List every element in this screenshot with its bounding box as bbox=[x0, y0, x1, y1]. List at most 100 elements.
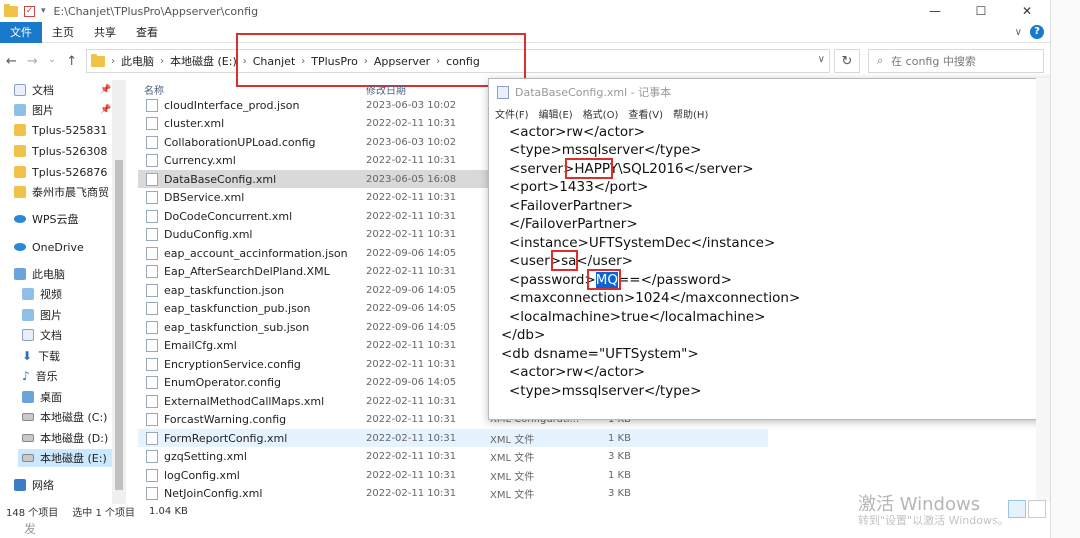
notepad-icon bbox=[497, 85, 509, 99]
sidebar-item-label: Tplus-525831 bbox=[32, 123, 108, 137]
bottom-text-fragment: 发 bbox=[24, 522, 37, 536]
sidebar-item-label: 此电脑 bbox=[32, 268, 65, 281]
search-input[interactable]: ⌕ 在 config 中搜索 bbox=[868, 49, 1044, 73]
sidebar-item-tplus-526876[interactable]: Tplus-526876 bbox=[14, 163, 107, 181]
folder-icon bbox=[4, 3, 18, 17]
column-header-name[interactable]: 名称 bbox=[144, 82, 164, 97]
file-date: 2023-06-05 16:08 bbox=[366, 173, 457, 185]
sidebar-item-drive-d[interactable]: 本地磁盘 (D:) bbox=[22, 429, 108, 447]
sidebar-item-tplus-526308[interactable]: Tplus-526308 bbox=[14, 142, 107, 160]
file-row[interactable]: logConfig.xml 2022-02-11 10:31 XML 文件 1 KB bbox=[138, 466, 768, 484]
refresh-button[interactable]: ↻ bbox=[834, 49, 860, 73]
sidebar-item-drive-e[interactable]: 本地磁盘 (E:) bbox=[18, 449, 112, 467]
sidebar-item-drive-c[interactable]: 本地磁盘 (C:) bbox=[22, 408, 107, 426]
breadcrumb-drive-e[interactable]: 本地磁盘 (E:) bbox=[170, 53, 237, 69]
file-date: 2022-02-11 10:31 bbox=[366, 210, 457, 222]
file-date: 2022-02-11 10:31 bbox=[366, 488, 457, 499]
desktop-edge bbox=[1050, 0, 1080, 538]
scrollbar-thumb[interactable] bbox=[115, 160, 123, 490]
file-row[interactable]: gzqSetting.xml 2022-02-11 10:31 XML 文件 3 KB bbox=[138, 448, 768, 466]
sidebar-item-downloads[interactable]: ⬇ 下载 bbox=[22, 347, 60, 365]
xml-line: <port>1433</port> bbox=[509, 179, 649, 195]
recent-locations-icon[interactable]: ⌄ bbox=[48, 54, 56, 69]
menu-format[interactable]: 格式(O) bbox=[583, 106, 619, 121]
sidebar-item-taizhou[interactable]: 泰州市晨飞商贸 bbox=[14, 183, 112, 201]
tab-file[interactable]: 文件 bbox=[0, 21, 42, 43]
drive-icon bbox=[22, 413, 34, 421]
breadcrumb-this-pc[interactable]: 此电脑 bbox=[121, 53, 154, 69]
item-count: 148 个项目 bbox=[6, 507, 59, 519]
selected-count: 选中 1 个项目 bbox=[72, 507, 135, 519]
sidebar-item-onedrive[interactable]: OneDrive bbox=[14, 238, 84, 256]
menu-help[interactable]: 帮助(H) bbox=[673, 106, 708, 121]
back-button[interactable]: ← bbox=[6, 54, 17, 69]
forward-button[interactable]: → bbox=[27, 54, 38, 69]
help-icon[interactable]: ? bbox=[1030, 25, 1044, 39]
tab-share[interactable]: 共享 bbox=[84, 22, 126, 43]
video-icon bbox=[22, 288, 34, 300]
sidebar-item-network[interactable]: 网络 bbox=[14, 476, 54, 494]
server-highlight-annotation bbox=[565, 158, 613, 179]
sidebar-item-label: 本地磁盘 (E:) bbox=[40, 452, 107, 465]
up-button[interactable]: ↑ bbox=[66, 54, 77, 69]
window-title: E:\Chanjet\TPlusPro\Appserver\config bbox=[53, 4, 259, 18]
file-row[interactable]: NetJoinConfig.xml 2022-02-11 10:31 XML 文件 3… bbox=[138, 485, 768, 503]
menu-view[interactable]: 查看(V) bbox=[628, 106, 663, 121]
drive-icon bbox=[22, 454, 34, 462]
file-date: 2022-09-06 14:05 bbox=[366, 321, 457, 333]
file-icon bbox=[146, 246, 158, 260]
file-type: XML 文件 bbox=[490, 490, 535, 501]
close-button[interactable]: ✕ bbox=[1004, 0, 1050, 22]
file-name: ForcastWarning.config bbox=[164, 413, 287, 426]
sidebar-scrollbar[interactable] bbox=[112, 80, 126, 504]
file-name: CollaborationUPLoad.config bbox=[164, 135, 316, 149]
file-icon bbox=[146, 98, 158, 112]
file-icon bbox=[146, 135, 158, 149]
tab-view[interactable]: 查看 bbox=[126, 22, 168, 43]
tab-home[interactable]: 主页 bbox=[42, 22, 84, 43]
sidebar-item-music[interactable]: ♪ 音乐 bbox=[22, 367, 58, 385]
ribbon-collapse-icon[interactable]: ∨ bbox=[1015, 27, 1022, 38]
file-list-scrollbar[interactable] bbox=[1036, 78, 1050, 502]
minimize-button[interactable]: — bbox=[912, 0, 958, 22]
address-dropdown-icon[interactable]: ∨ bbox=[818, 54, 825, 65]
file-date: 2022-09-06 14:05 bbox=[366, 303, 457, 314]
file-icon bbox=[146, 339, 158, 352]
xml-line: <instance>UFTSystemDec</instance> bbox=[509, 235, 776, 251]
file-icon bbox=[146, 191, 158, 204]
search-placeholder: 在 config 中搜索 bbox=[891, 55, 976, 68]
file-name: eap_account_accinformation.json bbox=[164, 246, 348, 260]
file-name: gzqSetting.xml bbox=[164, 450, 247, 463]
menu-file[interactable]: 文件(F) bbox=[495, 106, 529, 121]
file-name: eap_taskfunction.json bbox=[164, 283, 285, 297]
details-view-icon[interactable] bbox=[1008, 500, 1026, 518]
folder-icon bbox=[14, 186, 26, 198]
sidebar-item-label: Tplus-526308 bbox=[32, 144, 108, 158]
column-header-date[interactable]: 修改日期 bbox=[366, 82, 406, 97]
qa-dropdown-icon[interactable]: ▾ bbox=[41, 6, 46, 16]
file-date: 2022-02-11 10:31 bbox=[366, 155, 457, 166]
file-date: 2022-02-11 10:31 bbox=[366, 432, 457, 444]
sidebar-item-pictures-pinned[interactable]: 图片 📌 bbox=[14, 101, 111, 119]
file-row[interactable]: FormReportConfig.xml 2022-02-11 10:31 XML … bbox=[138, 429, 768, 447]
large-icons-view-icon[interactable] bbox=[1028, 500, 1046, 518]
file-date: 2022-02-11 10:31 bbox=[366, 118, 457, 129]
menu-edit[interactable]: 编辑(E) bbox=[539, 106, 573, 121]
sidebar-item-pictures[interactable]: 图片 bbox=[22, 306, 62, 324]
sidebar-item-videos[interactable]: 视频 bbox=[22, 285, 62, 303]
xml-line: </db> bbox=[501, 327, 546, 343]
picture-icon bbox=[14, 104, 26, 116]
sidebar-item-wps-cloud[interactable]: WPS云盘 bbox=[14, 210, 79, 228]
sidebar-item-this-pc[interactable]: 此电脑 bbox=[14, 265, 65, 283]
sidebar-item-documents[interactable]: 文档 bbox=[22, 326, 62, 344]
file-date: 2022-02-11 10:31 bbox=[366, 358, 457, 370]
notepad-text-area[interactable]: <actor>rw</actor> <type>mssqlserver</typ… bbox=[489, 121, 1080, 421]
sidebar-item-documents-pinned[interactable]: 文档 📌 bbox=[14, 81, 111, 99]
maximize-button[interactable]: ☐ bbox=[958, 0, 1004, 22]
pin-icon: 📌 bbox=[100, 85, 112, 95]
sidebar-item-desktop[interactable]: 桌面 bbox=[22, 388, 62, 406]
properties-check-icon[interactable]: ✓ bbox=[24, 5, 35, 17]
file-date: 2022-09-06 14:05 bbox=[366, 377, 457, 388]
file-date: 2022-02-11 10:31 bbox=[366, 229, 457, 240]
sidebar-item-tplus-525831[interactable]: Tplus-525831 bbox=[14, 121, 107, 139]
